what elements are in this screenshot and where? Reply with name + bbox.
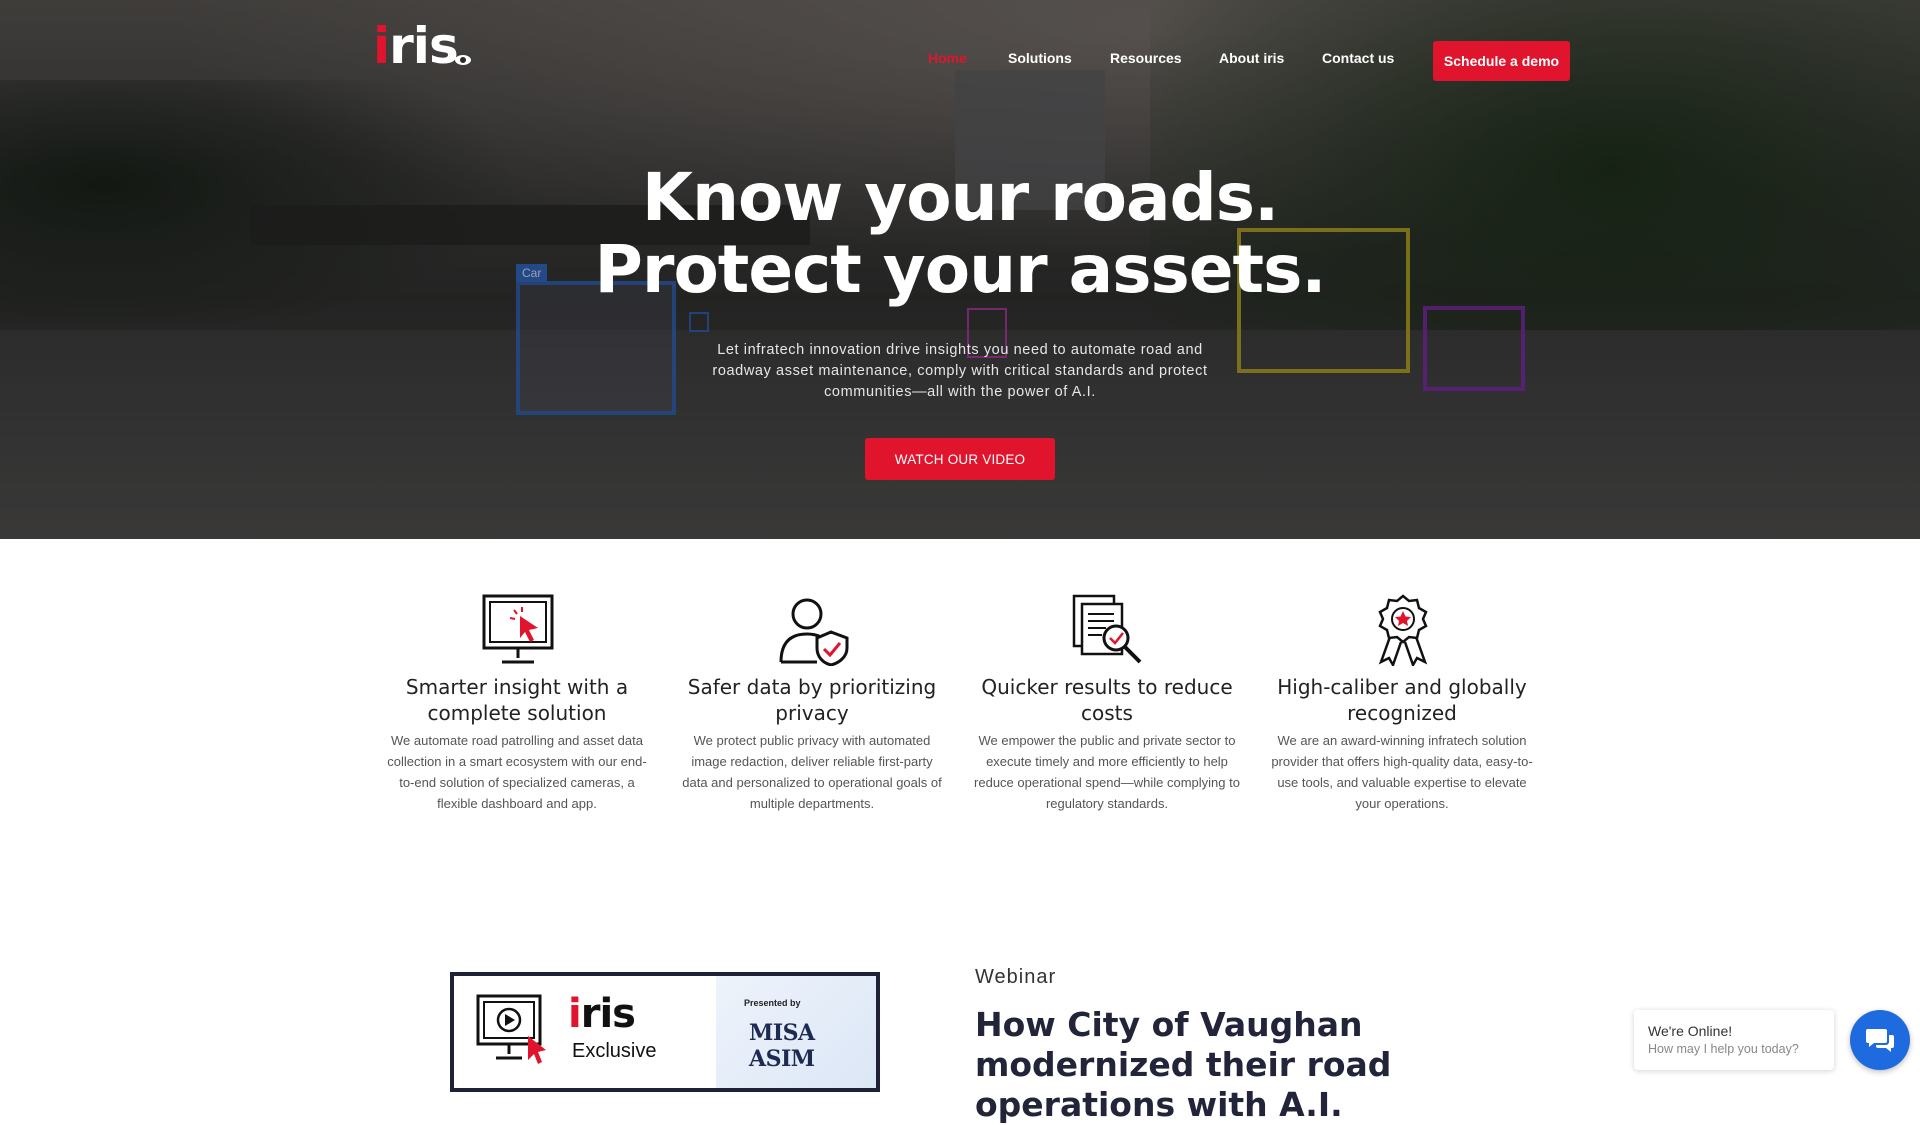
- webinar-card-logo-rest: ris: [580, 991, 636, 1037]
- feature-text: We are an award-winning infratech soluti…: [1271, 733, 1533, 811]
- chat-title: We're Online!: [1648, 1023, 1733, 1039]
- feature-title: Smarter insight with a complete solution: [405, 675, 629, 725]
- nav-contact[interactable]: Contact us: [1322, 50, 1394, 66]
- feature-title: Safer data by prioritizing privacy: [687, 675, 937, 725]
- main-nav: Home Solutions Resources About iris Cont…: [0, 42, 1920, 78]
- feature-text: We empower the public and private sector…: [974, 733, 1240, 811]
- feature-text: We protect public privacy with automated…: [682, 733, 942, 811]
- hero-subtitle: Let infratech innovation drive insights …: [712, 342, 1208, 400]
- monitor-play-icon: [476, 994, 546, 1064]
- award-ribbon-icon: [1378, 594, 1428, 666]
- chat-icon: [1866, 1029, 1894, 1052]
- webinar-label: Webinar: [975, 966, 1057, 988]
- hero-title-line2: Protect your assets.: [594, 231, 1327, 308]
- schedule-demo-button[interactable]: Schedule a demo: [1433, 41, 1570, 81]
- user-shield-icon: [779, 598, 849, 666]
- chat-subtitle: How may I help you today?: [1648, 1042, 1799, 1056]
- chat-launcher-button[interactable]: [1850, 1010, 1910, 1070]
- webinar-title[interactable]: How City of Vaughan modernized their roa…: [975, 1005, 1575, 1125]
- document-search-icon: [1072, 594, 1142, 664]
- nav-about[interactable]: About iris: [1219, 50, 1284, 66]
- nav-resources[interactable]: Resources: [1110, 50, 1182, 66]
- misa-logo: MISA ASIM: [749, 1020, 815, 1072]
- webinar-thumbnail[interactable]: iris Exclusive Presented by MISA ASIM: [450, 972, 880, 1092]
- webinar-card-presented-by: Presented by: [744, 998, 801, 1008]
- monitor-cursor-icon: [482, 594, 554, 664]
- hero-title: Know your roads. Protect your assets.: [460, 162, 1460, 306]
- webinar-card-exclusive: Exclusive: [572, 1040, 657, 1062]
- feature-title: High-caliber and globally recognized: [1277, 675, 1527, 725]
- hero-section: Car iris Home Solutions Resources About …: [0, 0, 1920, 539]
- watch-video-button[interactable]: WATCH OUR VIDEO: [865, 438, 1055, 480]
- nav-solutions[interactable]: Solutions: [1008, 50, 1072, 66]
- webinar-card-logo-i: i: [568, 991, 582, 1037]
- nav-home[interactable]: Home: [928, 50, 967, 66]
- hero-title-line1: Know your roads.: [641, 159, 1279, 236]
- chat-bubble[interactable]: We're Online! How may I help you today?: [1634, 1010, 1834, 1070]
- feature-text: We automate road patrolling and asset da…: [387, 733, 647, 811]
- feature-title: Quicker results to reduce costs: [981, 675, 1233, 725]
- webinar-card-logo: iris: [568, 991, 636, 1037]
